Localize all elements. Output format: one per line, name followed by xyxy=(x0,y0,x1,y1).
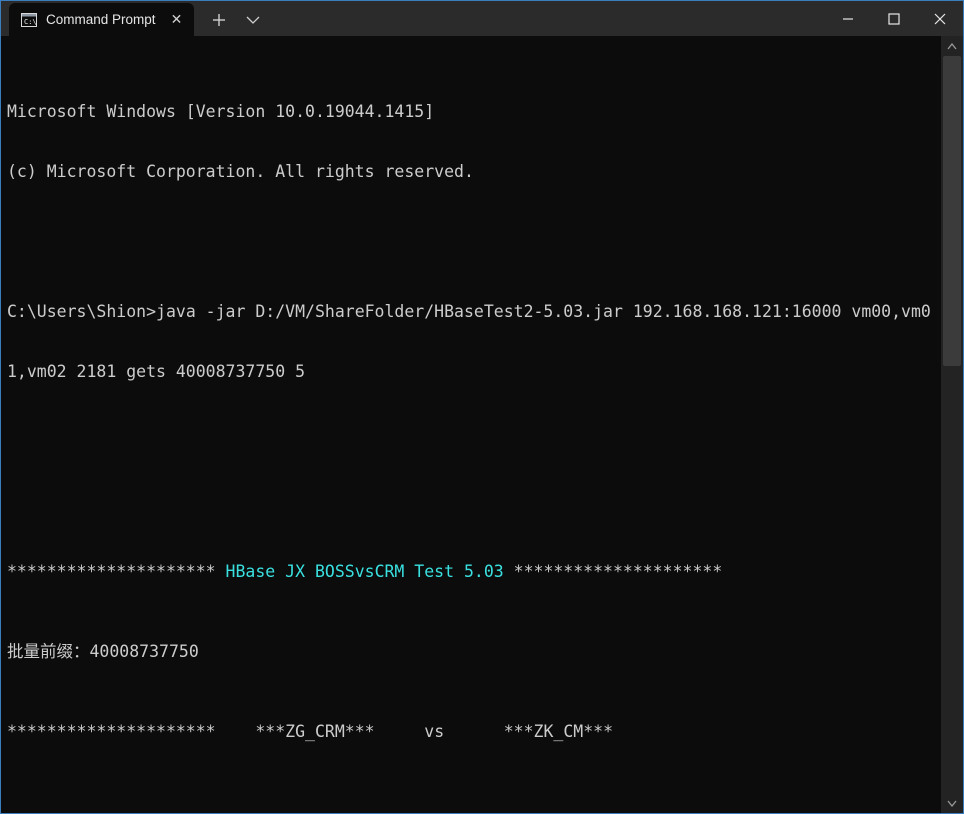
terminal-area: Microsoft Windows [Version 10.0.19044.14… xyxy=(1,36,963,813)
scroll-down-arrow-icon[interactable] xyxy=(941,793,963,813)
banner-line: (c) Microsoft Corporation. All rights re… xyxy=(7,162,941,182)
banner-header-line: ********************* HBase JX BOSSvsCRM… xyxy=(7,562,941,582)
tab-title: Command Prompt xyxy=(46,12,156,27)
tab-command-prompt[interactable]: C:\_ Command Prompt ✕ xyxy=(9,3,194,36)
prompt-text: C:\Users\Shion> xyxy=(7,302,157,321)
scrollbar-thumb[interactable] xyxy=(943,56,961,366)
tab-close-icon[interactable]: ✕ xyxy=(166,9,188,31)
command-text-1: java -jar D:/VM/ShareFolder/HBaseTest2-5… xyxy=(156,302,931,321)
banner-text-1: Microsoft Windows [Version 10.0.19044.14… xyxy=(7,102,435,121)
batch-prefix-value: 40008737750 xyxy=(89,642,199,661)
header-stars-right: ********************* xyxy=(513,562,723,581)
new-tab-button[interactable] xyxy=(202,3,236,36)
compare-left-label: ***ZG_CRM*** xyxy=(255,722,375,741)
chevron-down-icon xyxy=(246,16,260,24)
compare-vs-label: vs xyxy=(424,722,445,741)
header-stars-left: ********************* xyxy=(7,562,216,581)
console-icon: C:\_ xyxy=(21,12,42,28)
batch-prefix-label: 批量前缀： xyxy=(7,642,90,661)
minimize-icon xyxy=(843,17,853,20)
banner-line: Microsoft Windows [Version 10.0.19044.14… xyxy=(7,102,941,122)
command-text-2: 1,vm02 2181 gets 40008737750 5 xyxy=(7,362,306,381)
terminal-output[interactable]: Microsoft Windows [Version 10.0.19044.14… xyxy=(1,36,941,813)
svg-text:C:\_: C:\_ xyxy=(24,18,37,26)
terminal-window: C:\_ Command Prompt ✕ xyxy=(0,0,964,814)
compare-stars: ********************* xyxy=(7,722,216,741)
banner-text-2: (c) Microsoft Corporation. All rights re… xyxy=(7,162,474,181)
maximize-icon xyxy=(888,12,900,25)
batch-prefix-line: 批量前缀：40008737750 xyxy=(7,642,941,662)
tab-strip: C:\_ Command Prompt ✕ xyxy=(1,1,270,36)
command-line-2: 1,vm02 2181 gets 40008737750 5 xyxy=(7,362,941,382)
plus-icon xyxy=(212,13,225,26)
compare-header-line: ********************* ***ZG_CRM*** vs **… xyxy=(7,722,941,742)
vertical-scrollbar[interactable] xyxy=(941,36,963,813)
close-icon xyxy=(934,13,946,24)
command-line-1: C:\Users\Shion>java -jar D:/VM/ShareFold… xyxy=(7,302,941,322)
window-controls xyxy=(825,1,963,36)
close-button[interactable] xyxy=(917,1,963,36)
compare-right-label: ***ZK_CM*** xyxy=(503,722,614,741)
scrollbar-track[interactable] xyxy=(941,56,963,793)
minimize-button[interactable] xyxy=(825,1,871,36)
maximize-button[interactable] xyxy=(871,1,917,36)
header-title: HBase JX BOSSvsCRM Test 5.03 xyxy=(215,562,514,581)
title-bar: C:\_ Command Prompt ✕ xyxy=(1,1,963,36)
scroll-up-arrow-icon[interactable] xyxy=(941,36,963,56)
tab-dropdown-button[interactable] xyxy=(236,3,270,36)
